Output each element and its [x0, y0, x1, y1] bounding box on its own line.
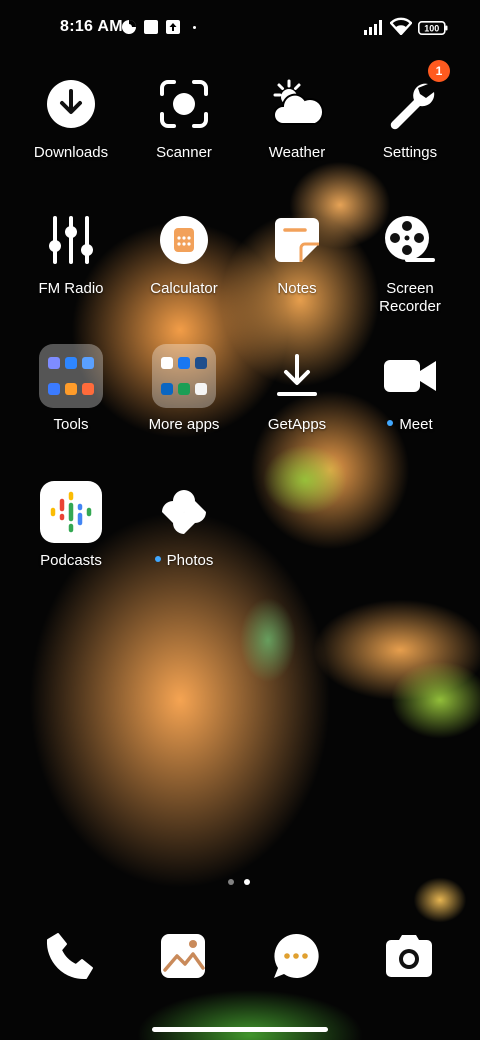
- app-label: Settings: [382, 144, 438, 161]
- download-tray-icon: [277, 354, 317, 396]
- page-dot-active: [244, 879, 250, 885]
- wifi-icon: [390, 17, 412, 35]
- scanner-icon: [160, 80, 208, 128]
- new-indicator-dot: [154, 556, 161, 562]
- page-indicator: [228, 879, 252, 887]
- folder-icon: [152, 344, 216, 408]
- download-icon: [47, 80, 95, 128]
- app-label: Tools: [53, 416, 89, 433]
- mini-app-icon: [177, 383, 190, 395]
- pinwheel-icon: [162, 490, 206, 534]
- page-dot: [228, 879, 234, 885]
- phone-icon: [46, 933, 93, 980]
- new-indicator-dot: [387, 420, 394, 426]
- clock: 8:16 AM: [60, 18, 123, 35]
- app-weather[interactable]: Weather: [242, 72, 352, 162]
- chat-icon: [274, 933, 319, 978]
- data-saver-icon: [122, 20, 136, 34]
- app-label: Scanner: [156, 144, 212, 161]
- folder-more-apps[interactable]: More apps: [129, 344, 239, 434]
- app-label: Meet: [355, 416, 465, 434]
- app-label: More apps: [148, 416, 220, 433]
- app-label: Weather: [268, 144, 326, 161]
- mini-app-icon: [82, 383, 95, 395]
- upload-notification-icon: [166, 20, 180, 34]
- mini-app-icon: [177, 357, 190, 369]
- mini-app-icon: [160, 357, 173, 369]
- wrench-icon: [390, 83, 435, 130]
- signal-icon: [364, 20, 382, 35]
- app-label: Downloads: [33, 144, 109, 161]
- app-getapps[interactable]: GetApps: [242, 344, 352, 434]
- battery-icon: 100: [418, 21, 448, 35]
- app-label-text: Meet: [399, 416, 433, 433]
- app-podcasts[interactable]: Podcasts: [16, 480, 126, 570]
- camera-icon: [386, 935, 432, 977]
- gallery-icon: [161, 934, 205, 978]
- mini-app-icon: [82, 357, 95, 369]
- dock-phone-button[interactable]: [42, 928, 98, 984]
- mini-app-icon: [64, 357, 77, 369]
- mini-app-icon: [64, 383, 77, 395]
- podcasts-icon: [40, 481, 102, 543]
- app-meet[interactable]: Meet: [355, 344, 465, 434]
- app-label: FM Radio: [38, 280, 104, 297]
- weather-icon: [273, 79, 324, 125]
- dock-messages-button[interactable]: [268, 928, 324, 984]
- app-label-line1: Screen: [386, 280, 434, 297]
- app-label: Screen Recorder: [355, 280, 465, 316]
- app-notes[interactable]: Notes: [242, 208, 352, 298]
- app-fm-radio[interactable]: FM Radio: [16, 208, 126, 298]
- sliders-icon: [49, 216, 93, 264]
- mini-app-icon: [47, 357, 60, 369]
- dock-gallery-button[interactable]: [155, 928, 211, 984]
- notes-icon: [275, 218, 319, 262]
- mini-app-icon: [160, 383, 173, 395]
- mini-app-icon: [47, 383, 60, 395]
- app-label: Photos: [129, 552, 239, 570]
- square-notification-icon: [144, 20, 158, 34]
- notification-badge: 1: [428, 60, 450, 82]
- app-label: Podcasts: [40, 552, 102, 569]
- film-reel-icon: [385, 216, 435, 262]
- app-scanner[interactable]: Scanner: [129, 72, 239, 162]
- app-label: Calculator: [150, 280, 218, 297]
- calculator-icon: [160, 216, 208, 264]
- app-label: Notes: [277, 280, 317, 297]
- app-label-text: Photos: [166, 552, 214, 569]
- mini-app-icon: [195, 357, 208, 369]
- folder-icon: [39, 344, 103, 408]
- video-camera-icon: [384, 360, 436, 392]
- app-label: GetApps: [267, 416, 327, 433]
- app-calculator[interactable]: Calculator: [129, 208, 239, 298]
- mini-app-icon: [195, 383, 208, 395]
- dock-camera-button[interactable]: [381, 928, 437, 984]
- home-gesture-bar[interactable]: [152, 1027, 328, 1032]
- status-bar: 8:16 AM 100: [0, 0, 480, 56]
- app-settings[interactable]: 1 Settings: [355, 60, 465, 162]
- app-photos[interactable]: Photos: [129, 480, 239, 570]
- folder-tools[interactable]: Tools: [16, 344, 126, 434]
- svg-text:100: 100: [424, 24, 439, 34]
- app-screen-recorder[interactable]: Screen Recorder: [355, 208, 465, 316]
- app-downloads[interactable]: Downloads: [16, 72, 126, 162]
- dot-icon: [193, 26, 196, 29]
- app-label-line2: Recorder: [379, 298, 441, 315]
